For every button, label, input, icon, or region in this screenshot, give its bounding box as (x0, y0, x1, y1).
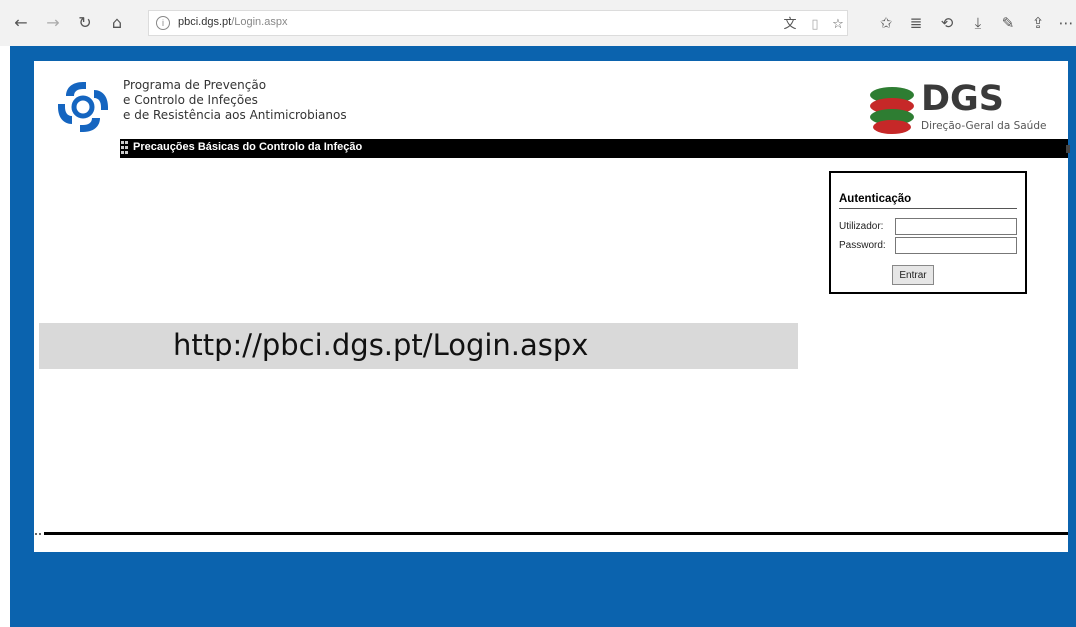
forward-arrow-icon[interactable]: → (42, 12, 64, 34)
ppci-line-3: e de Resistência aos Antimicrobianos (123, 108, 347, 122)
download-icon[interactable]: ⤓ (968, 12, 988, 34)
ppci-logo (58, 82, 108, 132)
browser-toolbar: ← → ↻ ⌂ i pbci.dgs.pt/Login.aspx 文 ▯ ☆ ✩… (0, 0, 1076, 46)
back-arrow-icon[interactable]: ← (10, 12, 32, 34)
page-content: Programa de Prevenção e Controlo de Infe… (34, 61, 1070, 552)
footer-grip-icon (35, 533, 43, 536)
dgs-emblem-icon (870, 87, 914, 134)
password-input[interactable] (895, 237, 1017, 254)
footer-rule (44, 532, 1068, 535)
ppci-line-2: e Controlo de Infeções (123, 93, 258, 107)
history-icon[interactable]: ⟲ (937, 12, 957, 34)
band-end (1066, 145, 1070, 153)
share-icon[interactable]: ⇪ (1028, 12, 1048, 34)
address-url-path: /Login.aspx (231, 16, 288, 28)
home-icon[interactable]: ⌂ (106, 12, 128, 34)
url-caption-text: http://pbci.dgs.pt/Login.aspx (173, 328, 589, 362)
dgs-subtitle: Direção-Geral da Saúde (921, 120, 1047, 132)
login-panel: Autenticação Utilizador: Password: Entra… (829, 171, 1027, 294)
reading-list-icon[interactable]: ≣ (906, 12, 926, 34)
dgs-logo: DGS Direção-Geral da Saúde (865, 79, 1046, 138)
address-bar[interactable]: i pbci.dgs.pt/Login.aspx 文 ▯ ☆ (148, 10, 848, 36)
address-url[interactable]: pbci.dgs.pt/Login.aspx (178, 16, 287, 28)
username-label: Utilizador: (839, 221, 884, 232)
favorites-list-icon[interactable]: ✩ (876, 12, 896, 34)
username-input[interactable] (895, 218, 1017, 235)
section-band: Precauções Básicas do Controlo da Infeçã… (120, 139, 1070, 158)
ppci-line-1: Programa de Prevenção (123, 78, 267, 92)
section-title: Precauções Básicas do Controlo da Infeçã… (133, 141, 363, 153)
reading-view-icon[interactable]: ▯ (807, 17, 823, 33)
dgs-title: DGS (921, 79, 1004, 119)
info-icon[interactable]: i (156, 16, 170, 30)
band-grip-icon (121, 141, 128, 156)
pen-icon[interactable]: ✎ (998, 12, 1018, 34)
more-icon[interactable]: ⋯ (1056, 12, 1076, 34)
translate-icon[interactable]: 文 (782, 17, 798, 33)
star-icon[interactable]: ☆ (830, 17, 846, 33)
page-frame: Programa de Prevenção e Controlo de Infe… (10, 46, 1076, 627)
login-button[interactable]: Entrar (892, 265, 934, 285)
refresh-icon[interactable]: ↻ (74, 12, 96, 34)
ppci-title: Programa de Prevenção e Controlo de Infe… (123, 78, 347, 123)
login-divider (839, 208, 1017, 209)
password-label: Password: (839, 240, 886, 251)
login-title: Autenticação (839, 193, 912, 205)
address-url-domain: pbci.dgs.pt (178, 16, 232, 28)
url-caption: http://pbci.dgs.pt/Login.aspx (39, 323, 798, 369)
